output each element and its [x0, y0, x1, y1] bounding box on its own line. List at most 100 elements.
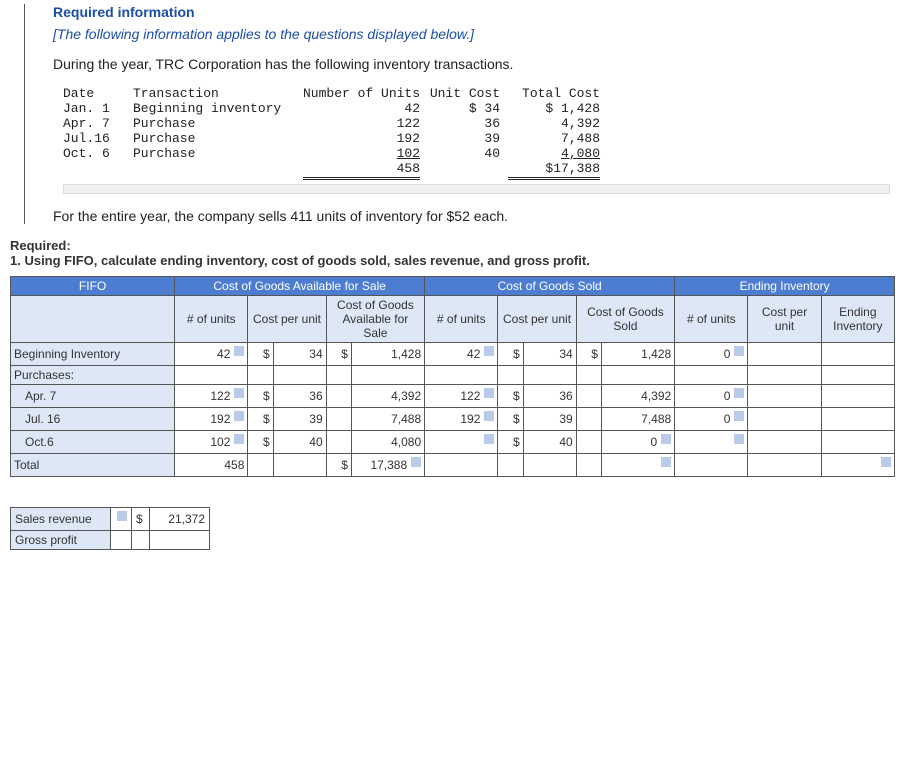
cell: 39: [428, 131, 508, 146]
cell: Beginning inventory: [133, 101, 303, 116]
begin-e-cpu[interactable]: [748, 343, 821, 366]
row-begin: Beginning Inventory 42 $ 34 $ 1,428 42 $…: [11, 343, 895, 366]
ds: $: [248, 385, 273, 408]
summary-table: Sales revenue $ 21,372 Gross profit: [10, 507, 210, 550]
jul16-e-cost[interactable]: [821, 408, 894, 431]
row-jul16: Jul. 16 192 $ 39 7,488 192 $ 39 7,488 0: [11, 408, 895, 431]
fifo-title: FIFO: [11, 277, 175, 296]
sales-text: For the entire year, the company sells 4…: [53, 208, 900, 224]
begin-s-units[interactable]: 42: [425, 343, 498, 366]
col-ucost: Unit Cost: [428, 86, 508, 101]
begin-s-cost[interactable]: 1,428: [601, 343, 674, 366]
required-label: Required:: [10, 238, 71, 253]
apr7-a-units[interactable]: 122: [175, 385, 248, 408]
sub-cpu-s: Cost per unit: [498, 296, 576, 343]
sub-cpu-e: Cost per unit: [748, 296, 821, 343]
begin-a-cpu[interactable]: 34: [273, 343, 326, 366]
jul16-e-cpu[interactable]: [748, 408, 821, 431]
total-s-cost[interactable]: [601, 454, 674, 477]
gp-tag[interactable]: [111, 531, 132, 550]
total-units: 458: [397, 161, 420, 176]
sub-cpu-a: Cost per unit: [248, 296, 326, 343]
gross-profit-label: Gross profit: [11, 531, 111, 550]
sub-units-e: # of units: [675, 296, 748, 343]
oct6-e-cpu[interactable]: [748, 431, 821, 454]
apr7-a-cpu[interactable]: 36: [273, 385, 326, 408]
oct6-s-units[interactable]: [425, 431, 498, 454]
cell: 192: [303, 131, 428, 146]
cell: Purchase: [133, 146, 303, 161]
total-a-units: 458: [175, 454, 248, 477]
jul16-a-units[interactable]: 192: [175, 408, 248, 431]
row-purchases: Purchases:: [11, 366, 895, 385]
begin-a-cost[interactable]: 1,428: [351, 343, 424, 366]
total-e-cost[interactable]: [821, 454, 894, 477]
apr7-a-cost[interactable]: 4,392: [351, 385, 424, 408]
required-info-heading: Required information: [53, 4, 900, 20]
label-begin: Beginning Inventory: [11, 343, 175, 366]
hdr-ei: Ending Inventory: [675, 277, 895, 296]
label-total: Total: [11, 454, 175, 477]
cell: Oct. 6: [63, 146, 133, 161]
begin-e-units[interactable]: 0: [675, 343, 748, 366]
ds: $: [498, 385, 523, 408]
oct6-a-units[interactable]: 102: [175, 431, 248, 454]
fifo-table: FIFO Cost of Goods Available for Sale Co…: [10, 276, 895, 477]
scroll-hint: [63, 184, 890, 194]
row-total: Total 458 $ 17,388: [11, 454, 895, 477]
ds: $: [498, 343, 523, 366]
sales-revenue-value[interactable]: 21,372: [150, 508, 210, 531]
inventory-transactions-table: Date Transaction Number of Units Unit Co…: [63, 86, 608, 180]
cell: 102: [303, 146, 428, 161]
apr7-s-units[interactable]: 122: [425, 385, 498, 408]
sales-revenue-label: Sales revenue: [11, 508, 111, 531]
label-purchases: Purchases:: [11, 366, 175, 385]
ds: $: [248, 343, 273, 366]
sub-cost-a: Cost of Goods Available for Sale: [326, 296, 425, 343]
jul16-s-units[interactable]: 192: [425, 408, 498, 431]
ds: $: [248, 408, 273, 431]
ds: $: [498, 408, 523, 431]
total-a-cost[interactable]: 17,388: [351, 454, 424, 477]
cell: 42: [303, 101, 428, 116]
jul16-s-cost[interactable]: 7,488: [601, 408, 674, 431]
ds: $: [326, 343, 351, 366]
sub-units-s: # of units: [425, 296, 498, 343]
apr7-e-cpu[interactable]: [748, 385, 821, 408]
sales-tag[interactable]: [111, 508, 132, 531]
jul16-a-cost[interactable]: 7,488: [351, 408, 424, 431]
apr7-s-cost[interactable]: 4,392: [601, 385, 674, 408]
begin-s-cpu[interactable]: 34: [523, 343, 576, 366]
cell: Purchase: [133, 116, 303, 131]
apr7-s-cpu[interactable]: 36: [523, 385, 576, 408]
oct6-a-cpu[interactable]: 40: [273, 431, 326, 454]
apr7-e-units[interactable]: 0: [675, 385, 748, 408]
sub-cost-e: Ending Inventory: [821, 296, 894, 343]
oct6-e-units[interactable]: [675, 431, 748, 454]
col-units: Number of Units: [303, 86, 428, 101]
cell: $ 1,428: [508, 101, 608, 116]
oct6-s-cpu[interactable]: 40: [523, 431, 576, 454]
jul16-a-cpu[interactable]: 39: [273, 408, 326, 431]
ds: $: [498, 431, 523, 454]
oct6-e-cost[interactable]: [821, 431, 894, 454]
col-date: Date: [63, 86, 133, 101]
col-tcost: Total Cost: [508, 86, 608, 101]
total-e-units[interactable]: [675, 454, 748, 477]
jul16-e-units[interactable]: 0: [675, 408, 748, 431]
ds: $: [132, 508, 150, 531]
intro-text: During the year, TRC Corporation has the…: [53, 56, 900, 72]
jul16-s-cpu[interactable]: 39: [523, 408, 576, 431]
total-s-units[interactable]: [425, 454, 498, 477]
sub-cost-s: Cost of Goods Sold: [576, 296, 675, 343]
gross-profit-value[interactable]: [150, 531, 210, 550]
begin-a-units[interactable]: 42: [175, 343, 248, 366]
cell: Jan. 1: [63, 101, 133, 116]
oct6-s-cost[interactable]: 0: [601, 431, 674, 454]
oct6-a-cost[interactable]: 4,080: [351, 431, 424, 454]
begin-e-cost[interactable]: [821, 343, 894, 366]
apr7-e-cost[interactable]: [821, 385, 894, 408]
ds: $: [248, 431, 273, 454]
hdr-cogs: Cost of Goods Sold: [425, 277, 675, 296]
row-oct6: Oct.6 102 $ 40 4,080 $ 40 0: [11, 431, 895, 454]
